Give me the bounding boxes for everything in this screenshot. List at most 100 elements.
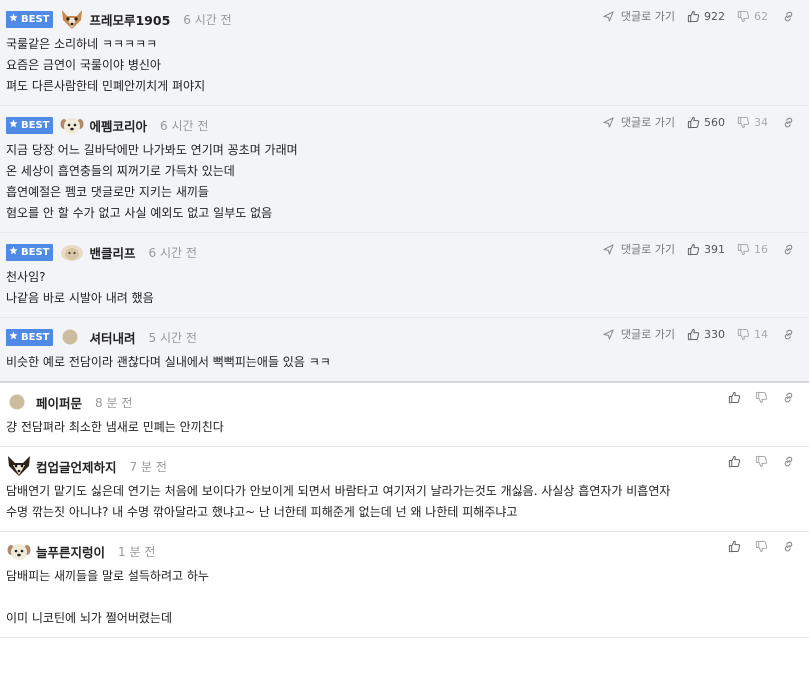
- comment-actions: 댓글로 가기 922 62: [591, 8, 795, 24]
- comment-item: BEST 프레모루1905 6 시간 전 댓글로 가기 922 62 국룰같은 소리하네 ㅋ…: [0, 0, 809, 106]
- thumbs-up-icon: [687, 328, 704, 341]
- author-nickname[interactable]: 밴클리프: [89, 243, 135, 262]
- comment-line: 천사임?: [6, 270, 46, 284]
- comment-line: 혐오를 안 할 수가 없고 사실 예외도 없고 일부도 없음: [6, 206, 273, 220]
- link-icon[interactable]: [782, 391, 795, 404]
- go-to-reply-link[interactable]: 댓글로 가기: [603, 241, 675, 257]
- avatar[interactable]: [59, 241, 85, 263]
- avatar[interactable]: [6, 540, 32, 562]
- thumbs-down-icon[interactable]: [755, 540, 768, 553]
- comment-time: 7 분 전: [129, 459, 167, 474]
- reply-label: 댓글로 가기: [620, 243, 675, 256]
- star-icon: [9, 246, 18, 258]
- downvote-count: 16: [754, 242, 768, 256]
- downvote-button[interactable]: 62: [737, 10, 768, 23]
- link-icon[interactable]: [782, 243, 795, 256]
- comment-body: 걍 전담펴라 최소한 냄새로 민폐는 안끼친다: [6, 413, 799, 446]
- comment-line: 담배피는 새끼들을 말로 설득하려고 하누: [6, 569, 209, 583]
- best-badge: BEST: [6, 243, 54, 261]
- comment-time: 5 시간 전: [148, 330, 197, 345]
- reply-label: 댓글로 가기: [620, 328, 675, 341]
- comment-header: 늘푸른지렁이 1 분 전: [6, 540, 799, 562]
- thumbs-up-icon: [687, 243, 704, 256]
- avatar[interactable]: [6, 455, 32, 477]
- thumbs-down-icon[interactable]: [755, 391, 768, 404]
- comment-line: 흡연예절은 펨코 댓글로만 지키는 새끼들: [6, 185, 209, 199]
- best-badge: BEST: [6, 328, 54, 346]
- comment-body: 담배연기 맡기도 싫은데 연기는 처음에 보이다가 안보이게 되면서 바람타고 …: [6, 477, 799, 531]
- avatar[interactable]: [59, 326, 85, 348]
- best-label: BEST: [21, 119, 50, 131]
- comment-line: 이미 니코틴에 뇌가 쩔어버렸는데: [6, 611, 173, 625]
- upvote-button[interactable]: 391: [687, 243, 725, 256]
- downvote-count: 62: [754, 9, 768, 23]
- comment-item: BEST 밴클리프 6 시간 전 댓글로 가기 391 16 천사임? 나같음 바로 시발아 …: [0, 233, 809, 318]
- comment-actions: [714, 540, 795, 553]
- link-icon[interactable]: [782, 455, 795, 468]
- author-nickname[interactable]: 프레모루1905: [89, 10, 170, 29]
- upvote-count: 560: [704, 115, 725, 129]
- link-icon[interactable]: [782, 540, 795, 553]
- downvote-button[interactable]: 16: [737, 243, 768, 256]
- avatar[interactable]: [59, 114, 85, 136]
- comment-line: 비슷한 예로 전담이라 괜찮다며 실내에서 뻑뻑피는애들 있음 ㅋㅋ: [6, 355, 331, 369]
- send-icon: [603, 116, 618, 128]
- best-label: BEST: [21, 331, 50, 343]
- comment-item: 컴업글언제하지 7 분 전담배연기 맡기도 싫은데 연기는 처음에 보이다가 안보…: [0, 447, 809, 532]
- thumbs-down-icon: [737, 243, 754, 256]
- thumbs-up-icon[interactable]: [728, 455, 741, 468]
- star-icon: [9, 331, 18, 343]
- upvote-button[interactable]: 560: [687, 116, 725, 129]
- go-to-reply-link[interactable]: 댓글로 가기: [603, 326, 675, 342]
- author-nickname[interactable]: 컴업글언제하지: [36, 457, 117, 476]
- thumbs-up-icon[interactable]: [728, 540, 741, 553]
- comment-body: 천사임? 나같음 바로 시발아 내려 했음: [6, 263, 799, 317]
- send-icon: [603, 10, 618, 22]
- comment-actions: [714, 455, 795, 468]
- author-nickname[interactable]: 늘푸른지렁이: [36, 542, 105, 561]
- comment-line: 펴도 다른사람한테 민폐안끼치게 펴야지: [6, 79, 206, 93]
- comment-body: 국룰같은 소리하네 ㅋㅋㅋㅋㅋ 요즘은 금연이 국룰이야 병신아펴도 다른사람한테…: [6, 30, 799, 105]
- thumbs-up-icon[interactable]: [728, 391, 741, 404]
- link-icon[interactable]: [782, 116, 795, 129]
- comment-header: 컴업글언제하지 7 분 전: [6, 455, 799, 477]
- send-icon: [603, 328, 618, 340]
- link-icon[interactable]: [782, 328, 795, 341]
- comment-line: [6, 587, 799, 608]
- thumbs-down-icon: [737, 116, 754, 129]
- comment-time: 6 시간 전: [160, 118, 209, 133]
- star-icon: [9, 13, 18, 25]
- comment-body: 담배피는 새끼들을 말로 설득하려고 하누이미 니코틴에 뇌가 쩔어버렸는데: [6, 562, 799, 637]
- comment-item: 페이퍼문 8 분 전걍 전담펴라 최소한 냄새로 민폐는 안끼친다: [0, 383, 809, 447]
- comment-time: 6 시간 전: [183, 12, 232, 27]
- comment-item: BEST 셔터내려 5 시간 전 댓글로 가기 330 14 비슷한 예로 전담이라 괜찮다…: [0, 318, 809, 383]
- comment-body: 비슷한 예로 전담이라 괜찮다며 실내에서 뻑뻑피는애들 있음 ㅋㅋ: [6, 348, 799, 381]
- best-badge: BEST: [6, 10, 54, 28]
- comment-line: 나같음 바로 시발아 내려 했음: [6, 291, 154, 305]
- upvote-button[interactable]: 330: [687, 328, 725, 341]
- comment-actions: 댓글로 가기 560 34: [591, 114, 795, 130]
- upvote-button[interactable]: 922: [687, 10, 725, 23]
- link-icon[interactable]: [782, 10, 795, 23]
- comment-item: BEST 에펨코리아 6 시간 전 댓글로 가기 560 34 지금 당장 어느 길바닥에만…: [0, 106, 809, 233]
- go-to-reply-link[interactable]: 댓글로 가기: [603, 114, 675, 130]
- upvote-count: 922: [704, 9, 725, 23]
- downvote-count: 34: [754, 115, 768, 129]
- downvote-button[interactable]: 34: [737, 116, 768, 129]
- comment-line: 국룰같은 소리하네 ㅋㅋㅋㅋㅋ: [6, 37, 158, 51]
- go-to-reply-link[interactable]: 댓글로 가기: [603, 8, 675, 24]
- avatar[interactable]: [6, 391, 32, 413]
- thumbs-down-icon: [737, 10, 754, 23]
- comment-line: 담배연기 맡기도 싫은데 연기는 처음에 보이다가 안보이게 되면서 바람타고 …: [6, 484, 671, 498]
- comment-actions: [714, 391, 795, 404]
- downvote-button[interactable]: 14: [737, 328, 768, 341]
- author-nickname[interactable]: 셔터내려: [89, 328, 135, 347]
- comment-actions: 댓글로 가기 330 14: [591, 326, 795, 342]
- comment-line: 요즘은 금연이 국룰이야 병신아: [6, 58, 161, 72]
- author-nickname[interactable]: 에펨코리아: [89, 116, 147, 135]
- thumbs-down-icon[interactable]: [755, 455, 768, 468]
- avatar[interactable]: [59, 8, 85, 30]
- author-nickname[interactable]: 페이퍼문: [36, 393, 82, 412]
- best-badge: BEST: [6, 116, 54, 134]
- comment-time: 8 분 전: [95, 395, 133, 410]
